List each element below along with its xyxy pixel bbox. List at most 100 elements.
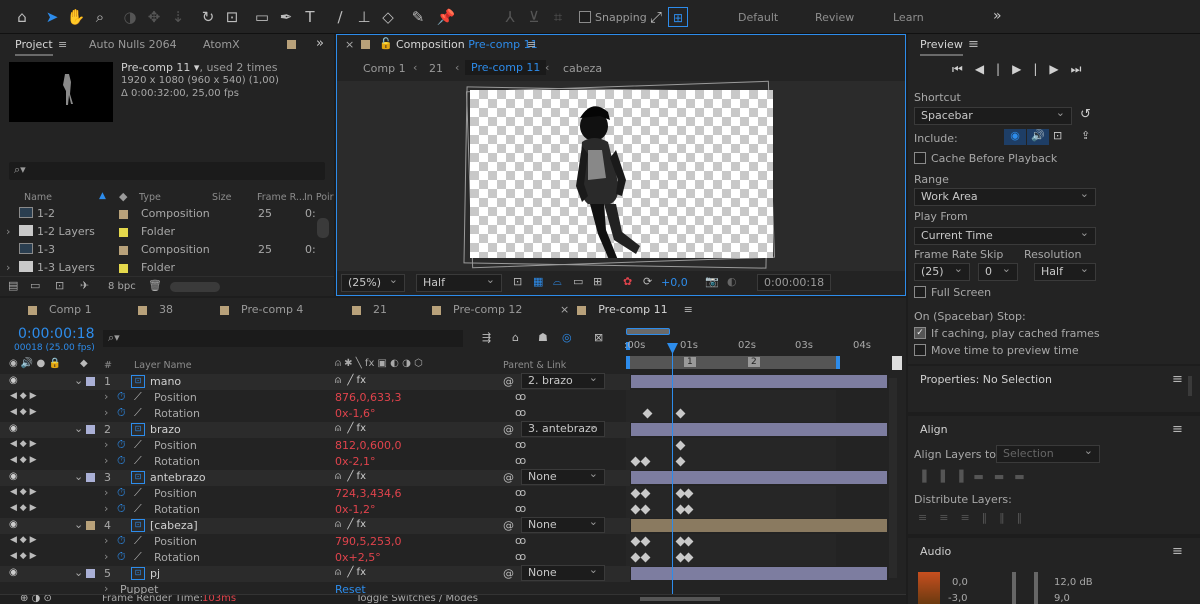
dist-vcenter-icon[interactable]: ≡ — [939, 511, 960, 524]
comp-flowchart-icon[interactable]: ⇶ — [482, 331, 491, 344]
parent-dropdown[interactable]: None — [521, 563, 605, 581]
pan-camera-icon[interactable]: ✥ — [144, 7, 164, 27]
graph-icon[interactable]: ⟋ — [134, 390, 142, 404]
stopwatch-icon[interactable]: ⏱ — [117, 454, 126, 468]
expression-pickwhip-icon[interactable]: ꝏ — [515, 454, 526, 467]
align-right-icon[interactable]: ▐ — [955, 470, 973, 483]
property-row[interactable]: ◀ ◆ ▶ › ⏱ ⟋ Rotation 0x-2,1° ꝏ — [0, 454, 630, 470]
layer-row[interactable]: ◉ ⌄ 1 ⊡ mano ⍝ ╱ fx @2. brazo — [0, 371, 630, 390]
layer-switches[interactable]: ⍝ ╱ fx — [335, 567, 366, 578]
property-row[interactable]: ◀ ◆ ▶ › ⏱ ⟋ Position 790,5,253,0 ꝏ — [0, 534, 630, 550]
property-row[interactable]: ◀ ◆ ▶ › ⏱ ⟋ Rotation 0x-1,6° ꝏ — [0, 406, 630, 422]
properties-menu-icon[interactable]: ≡ — [1172, 372, 1183, 387]
visibility-eye-icon[interactable]: ◉ — [9, 375, 18, 386]
twirl-closed-icon[interactable]: › — [104, 406, 108, 419]
crumb-21[interactable]: 21 — [429, 62, 443, 75]
layer-label-swatch[interactable] — [86, 425, 95, 434]
zoom-tool-icon[interactable]: ⌕ — [90, 7, 110, 27]
trash-icon[interactable]: 🗑 — [148, 279, 162, 292]
graph-icon[interactable]: ⟋ — [134, 550, 142, 564]
property-row[interactable]: ◀ ◆ ▶ › ⏱ ⟋ Rotation 0x+2,5° ꝏ — [0, 550, 630, 566]
twirl-open-icon[interactable]: ⌄ — [74, 518, 83, 531]
twirl-open-icon[interactable]: ⌄ — [74, 374, 83, 387]
timeline-tab[interactable]: Pre-comp 4 — [220, 303, 303, 316]
layer-name[interactable]: pj — [150, 567, 160, 580]
property-value[interactable]: 876,0,633,3 — [335, 391, 401, 404]
layer-label-swatch[interactable] — [86, 521, 95, 530]
visibility-eye-icon[interactable]: ◉ — [9, 423, 18, 434]
timeline-timecode[interactable]: 0:00:00:18 — [18, 326, 95, 342]
fast-previews-icon[interactable]: ⊡ — [513, 275, 522, 288]
parent-header[interactable]: Parent & Link — [503, 360, 566, 371]
property-value[interactable]: 812,0,600,0 — [335, 439, 401, 452]
axis-view-icon[interactable]: ⌗ — [548, 7, 568, 27]
motion-blur-icon[interactable]: ◎ — [562, 331, 572, 344]
timeline-menu-icon[interactable]: ≡ — [684, 303, 693, 316]
expression-pickwhip-icon[interactable]: ꝏ — [515, 534, 526, 547]
interpret-footage-icon[interactable]: ▤ — [8, 279, 18, 292]
twirl-closed-icon[interactable]: › — [104, 534, 108, 547]
work-area-bar[interactable] — [626, 356, 840, 369]
layer-label-swatch[interactable] — [86, 569, 95, 578]
comp-menu-icon[interactable]: ≡ — [527, 38, 536, 51]
expression-pickwhip-icon[interactable]: ꝏ — [515, 390, 526, 403]
fullscreen-checkbox[interactable] — [914, 286, 926, 298]
layer-name[interactable]: brazo — [150, 423, 181, 436]
type-tool-icon[interactable]: T — [300, 7, 320, 27]
flowchart-icon[interactable]: ✈ — [80, 279, 89, 292]
keyframe-nav-icon[interactable]: ◀ ◆ ▶ — [10, 487, 37, 497]
audio-slider-left[interactable] — [1012, 572, 1016, 604]
preview-menu-icon[interactable]: ≡ — [968, 37, 979, 52]
graph-icon[interactable]: ⟋ — [134, 534, 142, 548]
grid-guides-icon[interactable]: ⊞ — [593, 275, 602, 288]
parent-dropdown[interactable]: None — [521, 467, 605, 485]
snapping-checkbox[interactable] — [579, 11, 591, 23]
align-bottom-icon[interactable]: ▬ — [1014, 470, 1034, 483]
layer-row[interactable]: ◉ ⌄ 5 ⊡ pj ⍝ ╱ fx @ None — [0, 563, 630, 582]
property-value[interactable]: 790,5,253,0 — [335, 535, 401, 548]
project-row[interactable]: 1-2 Composition 25 0: — [0, 205, 316, 223]
label-swatch[interactable] — [119, 246, 128, 255]
layer-name[interactable]: mano — [150, 375, 181, 388]
pick-whip-icon[interactable]: @ — [503, 423, 514, 436]
property-value[interactable]: 0x-2,1° — [335, 455, 375, 468]
twirl-open-icon[interactable]: ⌄ — [74, 470, 83, 483]
layer-switches[interactable]: ⍝ ╱ fx — [335, 471, 366, 482]
rotate-tool-icon[interactable]: ↻ — [198, 7, 218, 27]
pick-whip-icon[interactable]: @ — [503, 519, 514, 532]
cache-checkbox[interactable] — [914, 152, 926, 164]
region-of-interest-icon[interactable]: ▭ — [573, 275, 583, 288]
dist-bottom-icon[interactable]: ≡ — [960, 511, 981, 524]
timeline-scrollbar[interactable] — [889, 378, 897, 578]
anchor-tool-icon[interactable]: ⊡ — [222, 7, 242, 27]
timeline-tab[interactable]: × Pre-comp 11 ≡ — [560, 303, 693, 316]
transparency-grid-icon[interactable]: ▦ — [533, 275, 543, 288]
new-folder-icon[interactable]: ▭ — [30, 279, 40, 292]
project-row[interactable]: › 1-2 Layers Folder — [0, 223, 316, 241]
snapshot-icon[interactable]: 📷 — [705, 275, 719, 288]
hand-tool-icon[interactable]: ✋ — [66, 7, 86, 27]
project-search-input[interactable]: ⌕▾ — [9, 162, 325, 180]
preview-title[interactable]: Preview — [920, 34, 963, 56]
work-area-start[interactable] — [626, 328, 670, 335]
time-ruler[interactable]: :00s 01s 02s 03s 04s 1 2 — [624, 328, 896, 378]
audio-slider-right[interactable] — [1034, 572, 1038, 604]
crumb-cabeza[interactable]: cabeza — [563, 62, 602, 75]
project-menu-icon[interactable]: ≡ — [58, 38, 67, 51]
expression-pickwhip-icon[interactable]: ꝏ — [515, 438, 526, 451]
project-row[interactable]: 1-3 Composition 25 0: — [0, 241, 316, 259]
selection-tool-icon[interactable]: ➤ — [42, 7, 62, 27]
layer-duration-bar[interactable] — [631, 423, 887, 436]
align-top-icon[interactable]: ▬ — [973, 470, 993, 483]
graph-icon[interactable]: ⟋ — [134, 438, 142, 452]
new-comp-icon[interactable]: ⊡ — [55, 279, 64, 292]
tab-auto-nulls[interactable]: Auto Nulls 2064 — [89, 34, 177, 56]
layer-duration-bar[interactable] — [631, 471, 887, 484]
col-name[interactable]: Name — [24, 192, 52, 203]
preview-resolution-dropdown[interactable]: Half — [1034, 261, 1096, 281]
close-tab-icon[interactable]: × — [560, 303, 569, 316]
magnification-dropdown[interactable]: (25%) — [341, 272, 405, 292]
col-type[interactable]: Type — [139, 192, 161, 203]
resolution-dropdown[interactable]: Half — [416, 272, 502, 292]
property-value[interactable]: 0x+2,5° — [335, 551, 381, 564]
